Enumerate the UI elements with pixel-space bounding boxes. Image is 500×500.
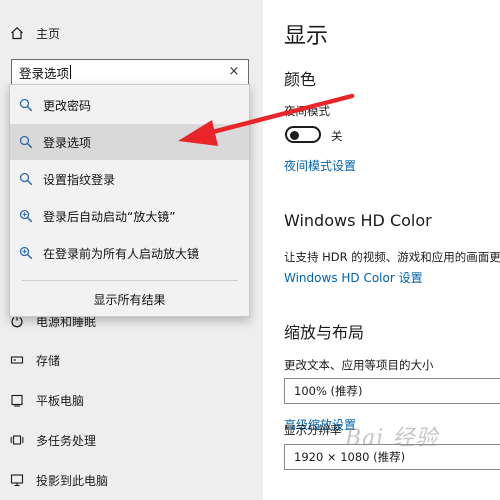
arrow-head (178, 120, 218, 146)
arrow-shaft (202, 93, 355, 137)
annotation-arrow (178, 93, 355, 146)
